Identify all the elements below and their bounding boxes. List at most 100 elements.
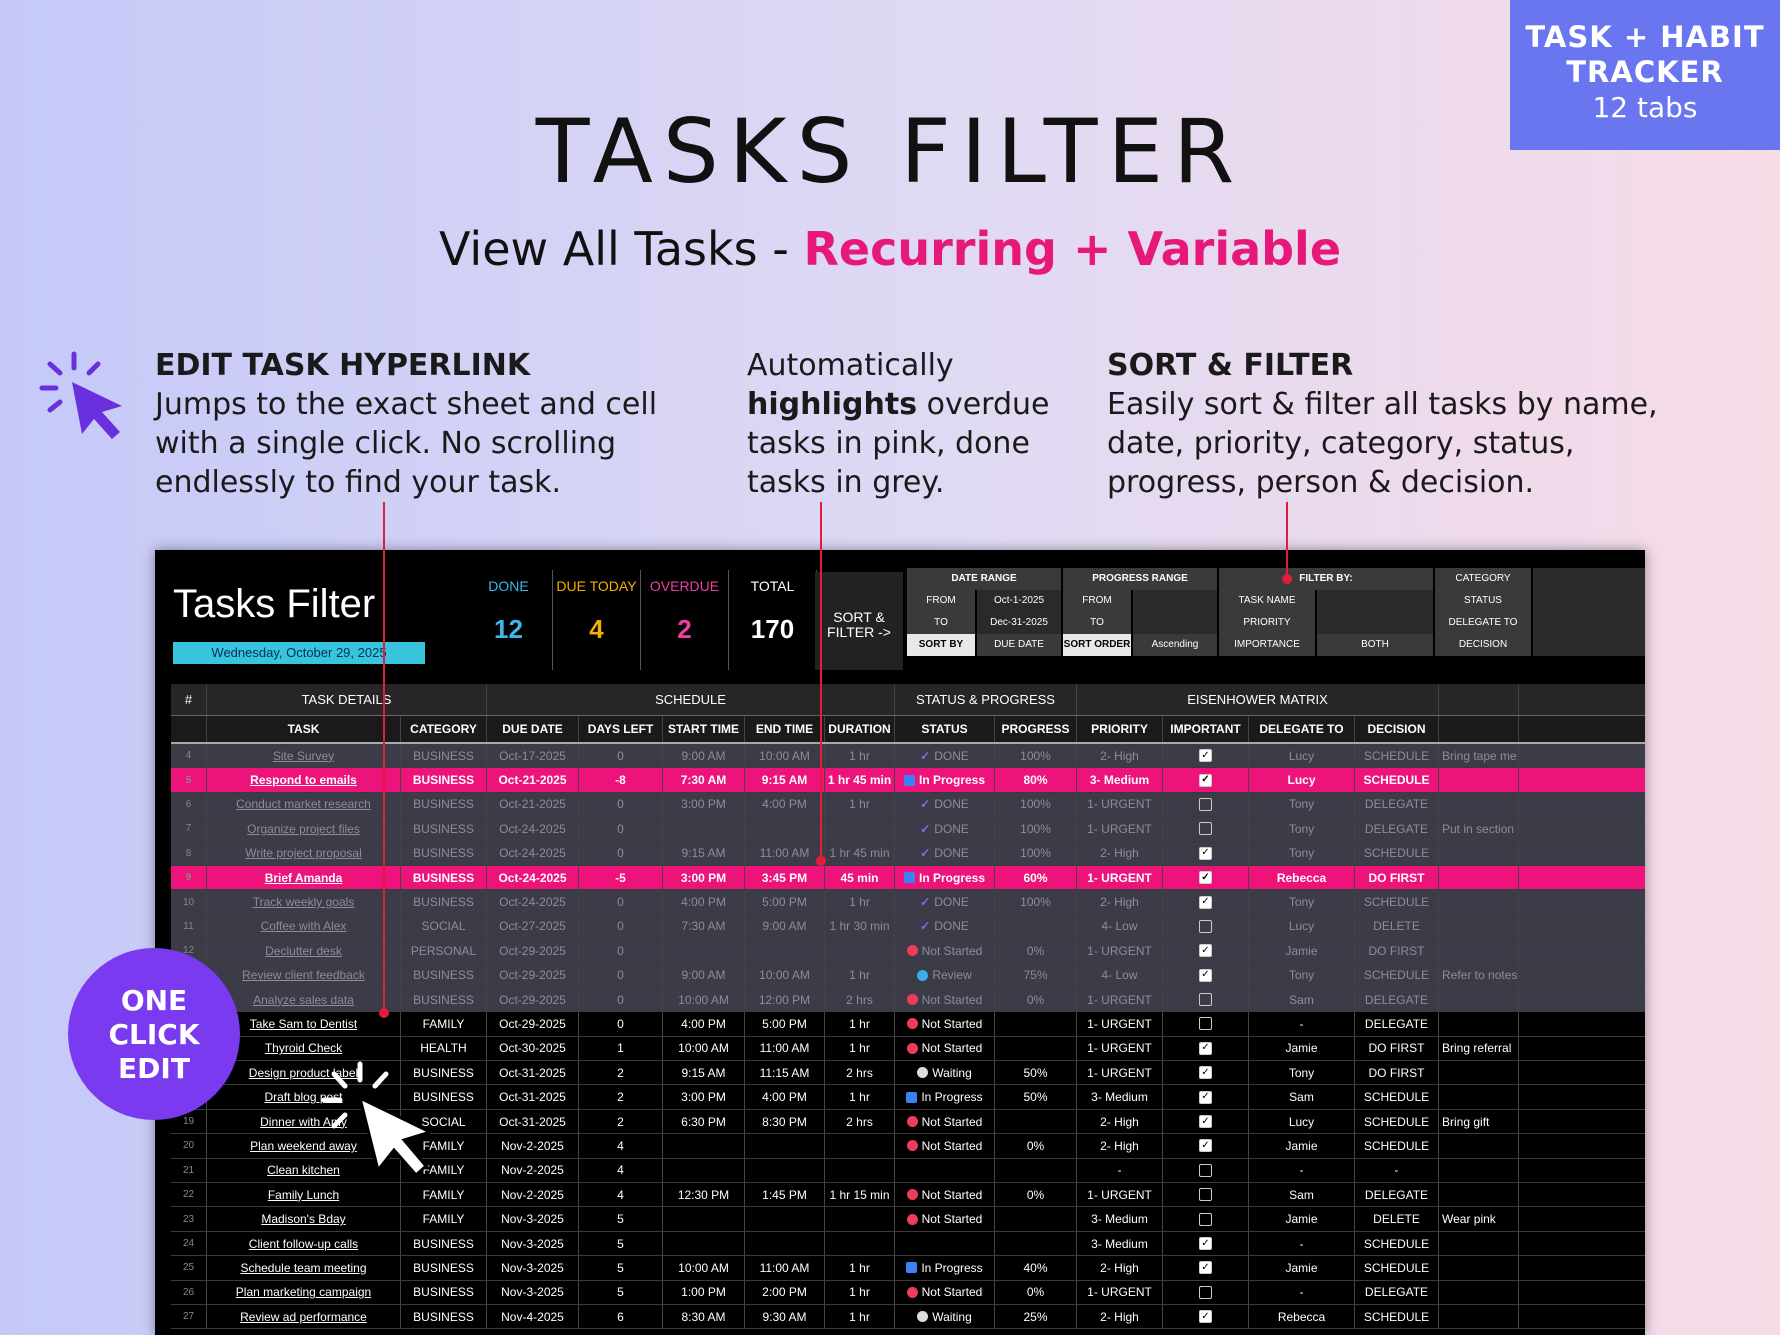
checkbox-checked-icon[interactable]: ✓: [1199, 1090, 1212, 1104]
important-checkbox[interactable]: ✓: [1163, 1109, 1249, 1134]
status-select[interactable]: [1533, 590, 1645, 612]
important-checkbox[interactable]: [1163, 817, 1249, 841]
checkbox-checked-icon[interactable]: ✓: [1199, 1237, 1212, 1250]
important-checkbox[interactable]: [1163, 1012, 1249, 1036]
days-left-cell: 6: [579, 1304, 663, 1329]
important-checkbox[interactable]: [1163, 987, 1249, 1012]
task-link[interactable]: Plan marketing campaign: [207, 1280, 401, 1304]
important-checkbox[interactable]: ✓: [1163, 1134, 1249, 1158]
checkbox-checked-icon[interactable]: ✓: [1199, 895, 1212, 909]
important-checkbox[interactable]: ✓: [1163, 865, 1249, 890]
date-to-value[interactable]: Dec-31-2025: [977, 612, 1061, 634]
important-checkbox[interactable]: ✓: [1163, 744, 1249, 768]
important-checkbox[interactable]: ✓: [1163, 1061, 1249, 1085]
checkbox-checked-icon[interactable]: ✓: [1199, 846, 1212, 860]
stat-done: DONE 12: [465, 570, 553, 670]
task-link[interactable]: Review client feedback: [207, 963, 401, 987]
task-link[interactable]: Client follow-up calls: [207, 1231, 401, 1256]
progress-cell: [995, 1036, 1077, 1061]
important-checkbox[interactable]: ✓: [1163, 890, 1249, 914]
task-link[interactable]: Brief Amanda: [207, 865, 401, 890]
decision-cell: SCHEDULE: [1355, 1231, 1439, 1256]
important-checkbox[interactable]: [1163, 1183, 1249, 1207]
task-link[interactable]: Schedule team meeting: [207, 1256, 401, 1280]
days-left-cell: 0: [579, 890, 663, 914]
checkbox-empty-icon[interactable]: [1199, 919, 1212, 933]
important-checkbox[interactable]: ✓: [1163, 841, 1249, 865]
priority-select[interactable]: [1317, 612, 1433, 634]
decision-select[interactable]: [1533, 634, 1645, 656]
status-cell: Not Started: [895, 1036, 995, 1061]
task-link[interactable]: Site Survey: [207, 744, 401, 768]
important-checkbox[interactable]: ✓: [1163, 939, 1249, 963]
progress-cell: [995, 1207, 1077, 1231]
status-label: Not Started: [921, 943, 983, 958]
task-name-select[interactable]: [1317, 590, 1433, 612]
important-checkbox[interactable]: ✓: [1163, 768, 1249, 792]
task-link[interactable]: Coffee with Alex: [207, 914, 401, 939]
due-date-cell: Nov-3-2025: [487, 1256, 579, 1280]
delegate-cell: -: [1249, 1012, 1355, 1036]
task-link[interactable]: Declutter desk: [207, 939, 401, 963]
checkbox-checked-icon[interactable]: ✓: [1199, 1310, 1212, 1324]
checkbox-checked-icon[interactable]: ✓: [1199, 871, 1212, 885]
important-checkbox[interactable]: [1163, 792, 1249, 817]
progress-to-value[interactable]: [1133, 612, 1217, 634]
important-checkbox[interactable]: ✓: [1163, 1036, 1249, 1061]
important-checkbox[interactable]: [1163, 1158, 1249, 1183]
task-link[interactable]: Review ad performance: [207, 1304, 401, 1329]
important-checkbox[interactable]: ✓: [1163, 1304, 1249, 1329]
task-link[interactable]: Track weekly goals: [207, 890, 401, 914]
decision-cell: DELETE: [1355, 1207, 1439, 1231]
task-link[interactable]: Madison's Bday: [207, 1207, 401, 1231]
checkbox-checked-icon[interactable]: ✓: [1199, 968, 1212, 982]
important-checkbox[interactable]: ✓: [1163, 963, 1249, 987]
status-label: DONE: [934, 895, 969, 910]
stat-label: DUE TODAY: [556, 578, 637, 594]
task-link[interactable]: Organize project files: [207, 817, 401, 841]
status-chip: ✓ DONE: [920, 919, 969, 933]
delegate-select[interactable]: [1533, 612, 1645, 634]
check-icon: ✓: [920, 846, 931, 861]
checkbox-checked-icon[interactable]: ✓: [1199, 749, 1212, 763]
sort-order-select[interactable]: Ascending: [1133, 634, 1217, 656]
checkbox-checked-icon[interactable]: ✓: [1199, 1261, 1212, 1275]
checkbox-empty-icon[interactable]: [1199, 1212, 1212, 1226]
checkbox-checked-icon[interactable]: ✓: [1199, 1066, 1212, 1080]
checkbox-checked-icon[interactable]: ✓: [1199, 1041, 1212, 1055]
checkbox-empty-icon[interactable]: [1199, 1285, 1212, 1299]
important-checkbox[interactable]: ✓: [1163, 1231, 1249, 1256]
important-checkbox[interactable]: [1163, 914, 1249, 939]
important-checkbox[interactable]: [1163, 1207, 1249, 1231]
important-checkbox[interactable]: ✓: [1163, 1085, 1249, 1109]
decision-cell: SCHEDULE: [1355, 1256, 1439, 1280]
status-dot-icon: [906, 1189, 918, 1201]
table-row: 5 Respond to emails BUSINESS Oct-21-2025 -8 7…: [171, 768, 1645, 793]
stat-total: TOTAL 170: [729, 570, 817, 670]
sort-filter-button[interactable]: SORT & FILTER ->: [815, 572, 903, 670]
checkbox-checked-icon[interactable]: ✓: [1199, 1139, 1212, 1153]
task-link[interactable]: Respond to emails: [207, 768, 401, 792]
important-checkbox[interactable]: ✓: [1163, 1256, 1249, 1280]
important-checkbox[interactable]: [1163, 1280, 1249, 1304]
progress-from-value[interactable]: [1133, 590, 1217, 612]
checkbox-checked-icon[interactable]: ✓: [1199, 773, 1212, 787]
checkbox-empty-icon[interactable]: [1199, 1188, 1212, 1202]
checkbox-empty-icon[interactable]: [1199, 1163, 1212, 1177]
checkbox-empty-icon[interactable]: [1199, 1017, 1212, 1031]
checkbox-checked-icon[interactable]: ✓: [1199, 1115, 1212, 1129]
status-label: Waiting: [932, 1065, 972, 1080]
checkbox-empty-icon[interactable]: [1199, 993, 1212, 1007]
checkbox-empty-icon[interactable]: [1199, 822, 1212, 836]
task-link[interactable]: Conduct market research: [207, 792, 401, 817]
spreadsheet-screenshot: Tasks Filter Wednesday, October 29, 2025…: [155, 550, 1645, 1335]
days-left-cell: 5: [579, 1280, 663, 1304]
category-select[interactable]: [1533, 568, 1645, 590]
checkbox-checked-icon[interactable]: ✓: [1199, 944, 1212, 958]
checkbox-empty-icon[interactable]: [1199, 797, 1212, 811]
importance-select[interactable]: BOTH: [1317, 634, 1433, 656]
sort-by-select[interactable]: DUE DATE: [977, 634, 1061, 656]
date-from-value[interactable]: Oct-1-2025: [977, 590, 1061, 612]
task-link[interactable]: Write project proposal: [207, 841, 401, 865]
decision-cell: SCHEDULE: [1355, 744, 1439, 768]
